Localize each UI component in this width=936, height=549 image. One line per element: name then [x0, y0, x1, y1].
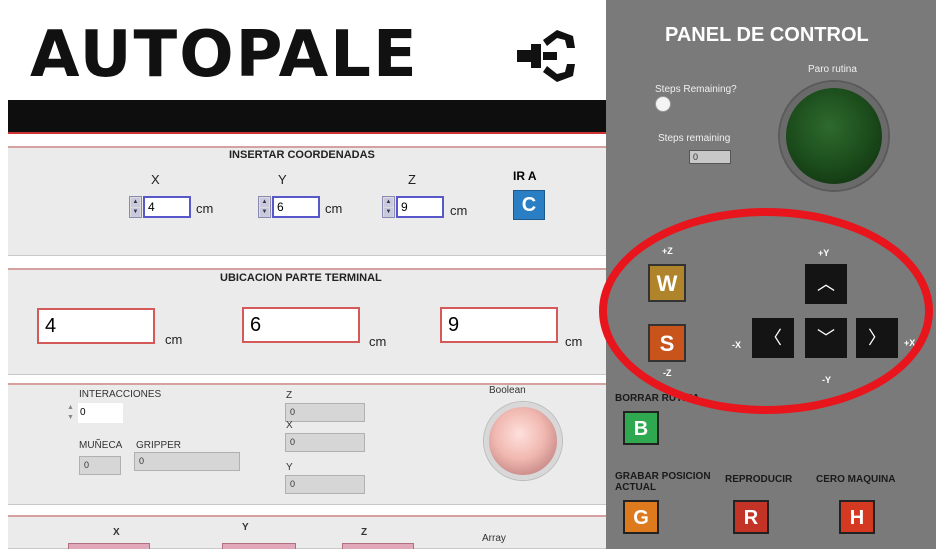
array-z-field[interactable] [342, 543, 414, 549]
info-x-label: X [286, 420, 293, 431]
coord-x-stepper[interactable]: ▲ ▼ [129, 196, 142, 218]
array-z-label: Z [361, 527, 368, 538]
ubicacion-x-indicator: 4 [37, 308, 155, 344]
muneca-label: MUÑECA [79, 440, 123, 451]
interacciones-control[interactable]: ▲ ▼ 0 [67, 403, 123, 423]
info-z-indicator: 0 [285, 403, 365, 422]
ubicacion-z-unit: cm [565, 334, 583, 349]
grabar-posicion-label-line1: GRABAR POSICION [615, 471, 711, 482]
array-y-label: Y [242, 522, 249, 533]
gripper-indicator: 0 [134, 452, 240, 471]
coords-title: INSERTAR COORDENADAS [229, 149, 375, 161]
cero-maquina-label: CERO MAQUINA [816, 474, 896, 485]
go-to-button[interactable]: C [513, 190, 545, 220]
coord-z-unit: cm [450, 203, 468, 218]
interacciones-stepper[interactable]: ▲ ▼ [67, 403, 77, 423]
app-logo: AUTOPALE [30, 20, 590, 90]
logo-text: AUTOPALE [30, 18, 419, 92]
array-label: Array [482, 533, 506, 544]
coord-x-unit: cm [196, 201, 214, 216]
borrar-rutina-button[interactable]: B [623, 411, 659, 445]
coord-y-control[interactable]: ▲ ▼ 6 [258, 196, 320, 218]
info-y-indicator: 0 [285, 475, 365, 494]
reproducir-button[interactable]: R [733, 500, 769, 534]
steps-remaining-label: Steps remaining [658, 133, 731, 144]
coord-x-control[interactable]: ▲ ▼ 4 [129, 196, 191, 218]
array-x-label: X [113, 527, 120, 538]
coord-y-label: Y [278, 172, 287, 187]
coord-z-stepper[interactable]: ▲ ▼ [382, 196, 395, 218]
boolean-label: Boolean [489, 385, 526, 396]
ubicacion-title: UBICACION PARTE TERMINAL [220, 272, 382, 284]
coord-z-input[interactable]: 9 [396, 196, 444, 218]
go-to-label: IR A [513, 169, 537, 183]
ubicacion-z-indicator: 9 [440, 307, 558, 343]
coord-z-label: Z [408, 172, 416, 187]
coord-x-input[interactable]: 4 [143, 196, 191, 218]
coord-x-label: X [151, 172, 160, 187]
header-bar [8, 100, 606, 134]
array-y-field[interactable] [222, 543, 296, 549]
ubicacion-x-unit: cm [165, 332, 183, 347]
cero-maquina-button[interactable]: H [839, 500, 875, 534]
coord-y-unit: cm [325, 201, 343, 216]
steps-remaining-indicator: 0 [689, 150, 731, 164]
interacciones-input[interactable]: 0 [78, 403, 123, 423]
muneca-indicator: 0 [79, 456, 121, 475]
grabar-posicion-label-line2: ACTUAL [615, 482, 657, 493]
control-panel-title: PANEL DE CONTROL [665, 24, 869, 46]
info-y-label: Y [286, 462, 293, 473]
paro-rutina-button[interactable] [780, 82, 888, 190]
boolean-button[interactable] [484, 402, 562, 480]
coord-y-stepper[interactable]: ▲ ▼ [258, 196, 271, 218]
grabar-posicion-button[interactable]: G [623, 500, 659, 534]
coord-z-control[interactable]: ▲ ▼ 9 [382, 196, 444, 218]
steps-remaining-question-label: Steps Remaining? [655, 84, 737, 95]
coord-y-input[interactable]: 6 [272, 196, 320, 218]
highlight-ellipse [599, 208, 933, 414]
steps-remaining-led[interactable] [655, 96, 671, 112]
info-x-indicator: 0 [285, 433, 365, 452]
gripper-label: GRIPPER [136, 440, 182, 451]
info-z-label: Z [286, 390, 293, 401]
reproducir-label: REPRODUCIR [725, 474, 793, 485]
ubicacion-y-unit: cm [369, 334, 387, 349]
gripper-icon [517, 30, 575, 82]
paro-rutina-label: Paro rutina [808, 64, 857, 75]
ubicacion-y-indicator: 6 [242, 307, 360, 343]
array-x-field[interactable] [68, 543, 150, 549]
interacciones-label: INTERACCIONES [79, 389, 162, 400]
grabar-posicion-label: GRABAR POSICION ACTUAL [615, 471, 711, 493]
